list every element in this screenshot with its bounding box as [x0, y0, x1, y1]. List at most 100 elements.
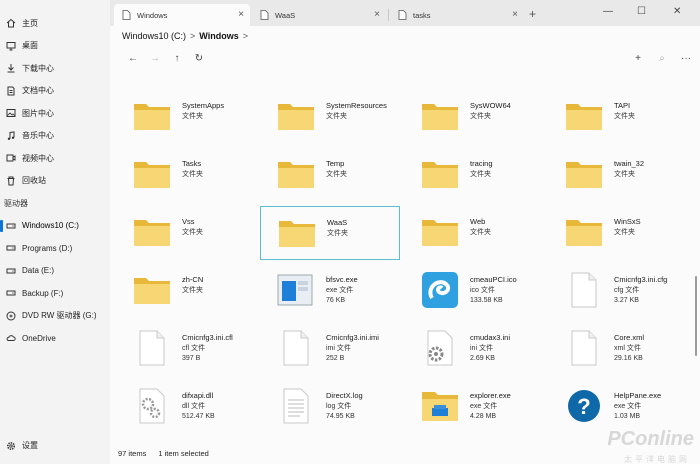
- sidebar-item-onedrive[interactable]: OneDrive: [0, 327, 110, 350]
- folder-item[interactable]: TAPI 文件夹: [548, 90, 688, 144]
- gears-file-icon: [132, 388, 172, 424]
- sidebar-item-downloads[interactable]: 下载中心: [0, 57, 110, 80]
- new-tab-button[interactable]: +: [529, 7, 536, 21]
- back-button[interactable]: ←: [122, 50, 144, 66]
- sidebar-item-documents[interactable]: 文档中心: [0, 80, 110, 103]
- item-meta: cfg 文件 3.27 KB: [614, 286, 639, 306]
- file-item[interactable]: bfsvc.exe exe 文件 76 KB: [260, 264, 400, 318]
- breadcrumb-separator: >: [242, 31, 248, 41]
- item-type: ini 文件: [470, 345, 493, 352]
- tab-label: Windows: [137, 10, 168, 20]
- up-button[interactable]: ↑: [166, 50, 188, 66]
- file-item[interactable]: Cmicnfg3.ini.cfg cfg 文件 3.27 KB: [548, 264, 688, 318]
- file-item[interactable]: Cmicnfg3.ini.imi imi 文件 252 B: [260, 322, 400, 376]
- sidebar-item-label: DVD RW 驱动器 (G:): [22, 311, 97, 321]
- item-meta: xml 文件 29.16 KB: [614, 344, 643, 364]
- picture-icon: [6, 108, 16, 118]
- blank-file-icon: [276, 330, 316, 366]
- item-size: 29.16 KB: [614, 355, 643, 362]
- folder-item[interactable]: SystemApps 文件夹: [116, 90, 256, 144]
- sidebar-item-drive-g[interactable]: DVD RW 驱动器 (G:): [0, 305, 110, 328]
- item-name: Cmicnfg3.ini.cfg: [614, 275, 668, 284]
- sidebar-item-home[interactable]: 主页: [0, 12, 110, 35]
- cloud-icon: [6, 333, 16, 343]
- close-button[interactable]: ✕: [673, 6, 681, 17]
- refresh-button[interactable]: ↻: [188, 50, 210, 66]
- search-button[interactable]: ⌕: [652, 50, 672, 66]
- item-size: 74.95 KB: [326, 413, 355, 420]
- item-meta: dll 文件 512.47 KB: [182, 402, 215, 422]
- item-type: 文件夹: [614, 113, 635, 120]
- sidebar-item-videos[interactable]: 视频中心: [0, 147, 110, 170]
- item-type: ico 文件: [470, 287, 495, 294]
- folder-item[interactable]: tracing 文件夹: [404, 148, 544, 202]
- minimize-button[interactable]: —: [603, 6, 613, 17]
- folder-item[interactable]: WinSxS 文件夹: [548, 206, 688, 260]
- settings-button[interactable]: 设置: [6, 440, 38, 451]
- breadcrumb-current[interactable]: Windows: [199, 31, 238, 41]
- sidebar-item-drive-f[interactable]: Backup (F:): [0, 282, 110, 305]
- close-tab-icon[interactable]: ×: [374, 9, 380, 20]
- sidebar-item-drive-e[interactable]: Data (E:): [0, 260, 110, 283]
- sidebar-item-label: 图片中心: [22, 108, 54, 118]
- item-type: imi 文件: [326, 345, 351, 352]
- close-tab-icon[interactable]: ×: [512, 9, 518, 20]
- folder-item[interactable]: WaaS 文件夹: [260, 206, 400, 260]
- sidebar-item-pictures[interactable]: 图片中心: [0, 102, 110, 125]
- swirl-file-icon: [420, 272, 460, 308]
- item-type: 文件夹: [182, 113, 203, 120]
- folder-item[interactable]: zh-CN 文件夹: [116, 264, 256, 318]
- tab-waas[interactable]: WaaS ×: [252, 4, 386, 26]
- tab-tasks[interactable]: tasks ×: [390, 4, 524, 26]
- item-type: 文件夹: [326, 171, 347, 178]
- item-meta: exe 文件 1.03 MB: [614, 402, 641, 422]
- folder-item[interactable]: Web 文件夹: [404, 206, 544, 260]
- file-item[interactable]: explorer.exe exe 文件 4.28 MB: [404, 380, 544, 434]
- file-item[interactable]: Cmicnfg3.ini.cfl cfl 文件 397 B: [116, 322, 256, 376]
- file-item[interactable]: ? HelpPane.exe exe 文件 1.03 MB: [548, 380, 688, 434]
- home-icon: [6, 18, 16, 28]
- item-size: 397 B: [182, 355, 201, 362]
- file-item[interactable]: cmeauPCI.ico ico 文件 133.58 KB: [404, 264, 544, 318]
- item-type: exe 文件: [614, 403, 642, 410]
- toolbar-right: + ⌕ ···: [628, 50, 696, 66]
- more-button[interactable]: ···: [676, 50, 696, 66]
- item-meta: ini 文件 2.69 KB: [470, 344, 495, 364]
- maximize-button[interactable]: ☐: [637, 6, 646, 17]
- item-size: 252 B: [326, 355, 345, 362]
- desktop-icon: [6, 41, 16, 51]
- close-tab-icon[interactable]: ×: [238, 9, 244, 20]
- sidebar-item-music[interactable]: 音乐中心: [0, 125, 110, 148]
- item-type: 文件夹: [614, 229, 635, 236]
- sidebar-item-recycle-bin[interactable]: 回收站: [0, 170, 110, 193]
- folder-item[interactable]: SystemResources 文件夹: [260, 90, 400, 144]
- file-item[interactable]: Core.xml xml 文件 29.16 KB: [548, 322, 688, 376]
- file-item[interactable]: DirectX.log log 文件 74.95 KB: [260, 380, 400, 434]
- folder-item[interactable]: Tasks 文件夹: [116, 148, 256, 202]
- add-button[interactable]: +: [628, 50, 648, 66]
- scrollbar[interactable]: [695, 276, 697, 356]
- disc-icon: [6, 311, 16, 321]
- folder-item[interactable]: Vss 文件夹: [116, 206, 256, 260]
- tab-windows[interactable]: Windows ×: [114, 4, 250, 26]
- folder-icon: [564, 98, 604, 134]
- file-item[interactable]: cmudax3.ini ini 文件 2.69 KB: [404, 322, 544, 376]
- forward-button[interactable]: →: [144, 50, 166, 66]
- item-meta: exe 文件 4.28 MB: [470, 402, 497, 422]
- folder-item[interactable]: SysWOW64 文件夹: [404, 90, 544, 144]
- blank-file-icon: [132, 330, 172, 366]
- sidebar-item-drive-c[interactable]: Windows10 (C:): [0, 215, 110, 238]
- item-name: TAPI: [614, 101, 631, 110]
- folder-icon: [132, 214, 172, 250]
- breadcrumb-root[interactable]: Windows10 (C:): [122, 31, 186, 41]
- folder-icon: [276, 156, 316, 192]
- item-meta: exe 文件 76 KB: [326, 286, 353, 306]
- folder-item[interactable]: twain_32 文件夹: [548, 148, 688, 202]
- sidebar-item-drive-d[interactable]: Programs (D:): [0, 237, 110, 260]
- folder-icon: [420, 98, 460, 134]
- item-meta: 文件夹: [470, 112, 491, 122]
- folder-item[interactable]: Temp 文件夹: [260, 148, 400, 202]
- file-item[interactable]: difxapi.dll dll 文件 512.47 KB: [116, 380, 256, 434]
- sidebar-item-desktop[interactable]: 桌面: [0, 35, 110, 58]
- sidebar-item-label: 主页: [22, 18, 38, 28]
